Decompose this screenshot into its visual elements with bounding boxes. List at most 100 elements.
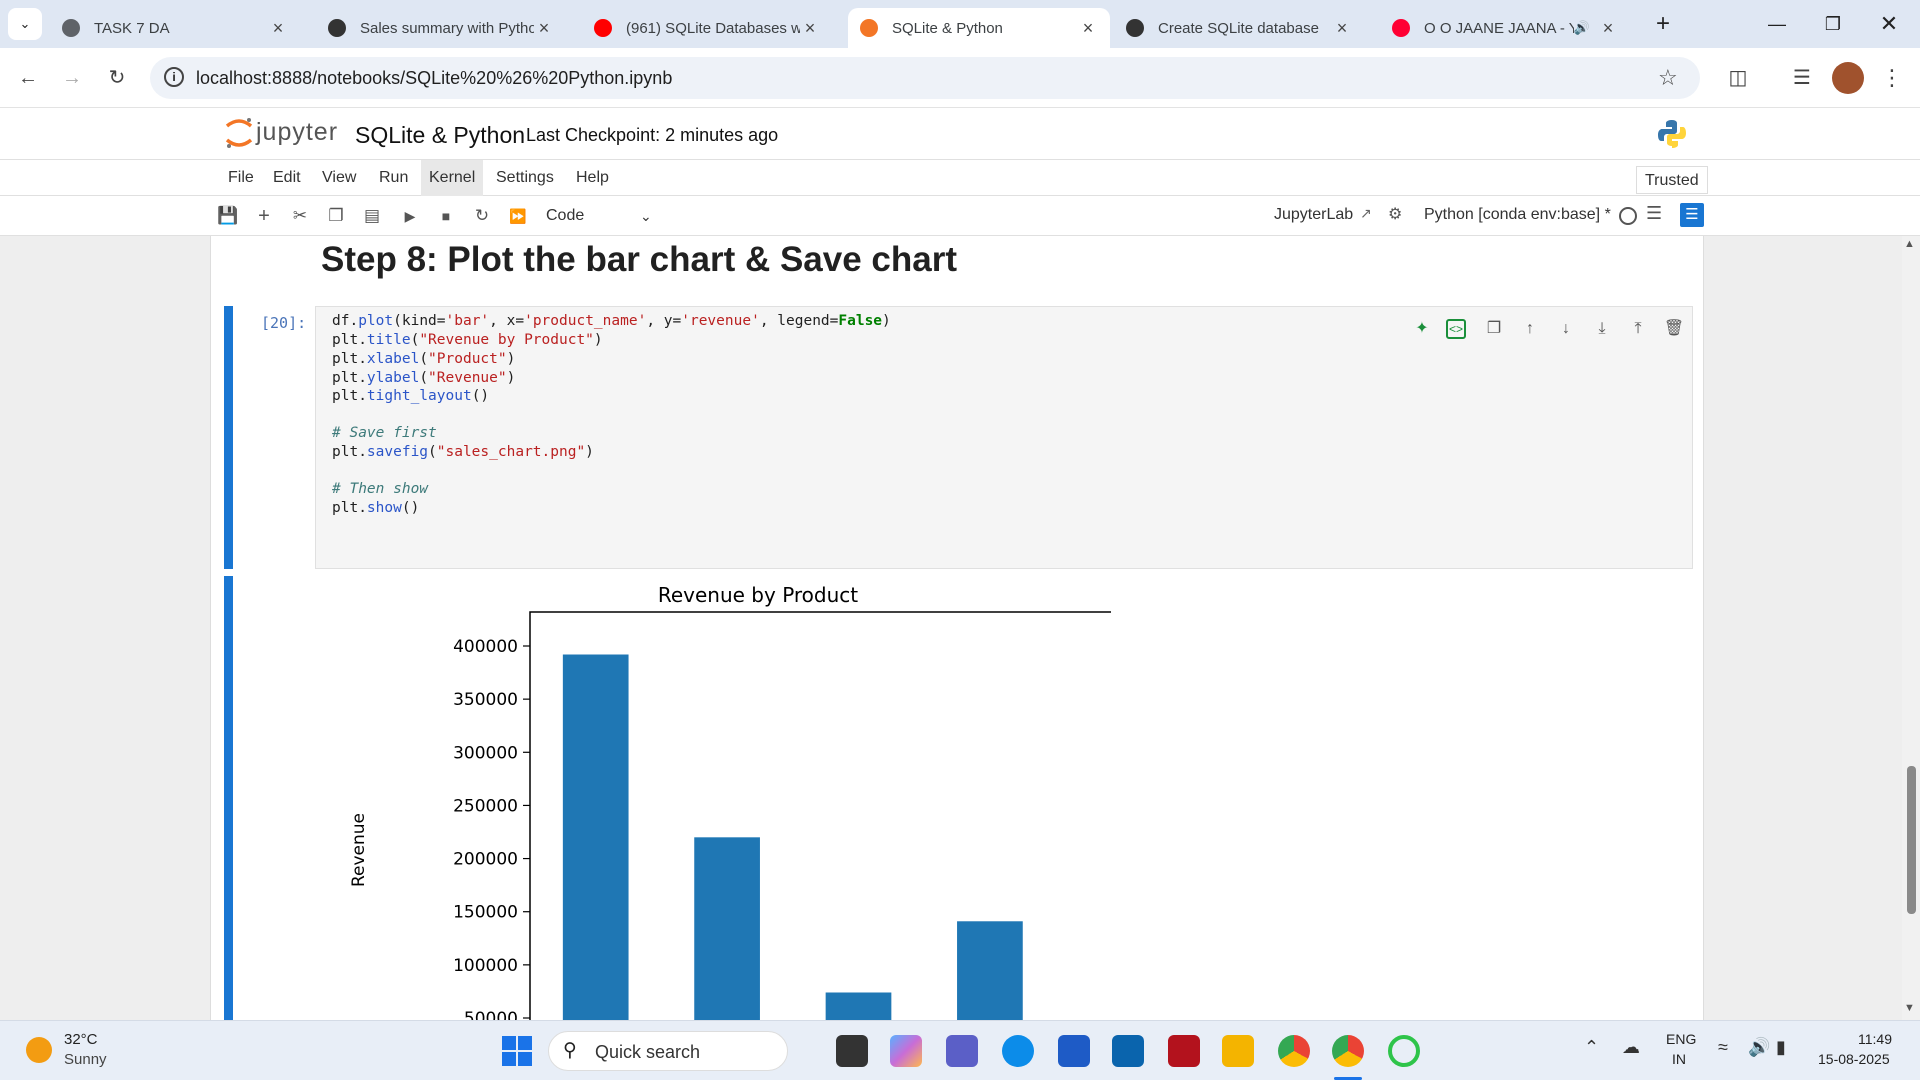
clock-time[interactable]: 11:49 bbox=[1858, 1031, 1892, 1047]
tab-close-icon[interactable]: × bbox=[268, 18, 288, 39]
insert-above-icon[interactable]: ⤓ bbox=[1590, 317, 1614, 341]
menu-settings[interactable]: Settings bbox=[488, 160, 562, 196]
output-selection-bar[interactable] bbox=[224, 576, 233, 1020]
y-tick-label: 350000 bbox=[453, 690, 518, 710]
minimize-button[interactable]: — bbox=[1754, 6, 1800, 42]
delete-cell-icon[interactable]: 🗑 bbox=[1662, 317, 1686, 341]
reload-icon[interactable]: ↻ bbox=[101, 62, 133, 94]
code-cell-editor[interactable]: df.plot(kind='bar', x='product_name', y=… bbox=[315, 306, 1693, 569]
cell-type-select[interactable]: Code ⌄ bbox=[546, 202, 656, 230]
tab-close-icon[interactable]: × bbox=[800, 18, 820, 39]
battery-icon[interactable]: ▮ bbox=[1776, 1037, 1786, 1058]
browser-tab[interactable]: Create SQLite database × bbox=[1114, 8, 1364, 48]
address-bar[interactable]: i localhost:8888/notebooks/SQLite%20%26%… bbox=[150, 57, 1700, 99]
toc-icon[interactable]: ☰ bbox=[1680, 203, 1704, 227]
browser-tab[interactable]: O O JAANE JAANA - Yo 🔊 × bbox=[1380, 8, 1630, 48]
chevron-down-icon: ⌄ bbox=[640, 208, 652, 224]
y-tick-label: 250000 bbox=[453, 796, 518, 816]
checkpoint-text: Last Checkpoint: 2 minutes ago bbox=[526, 125, 779, 145]
copy-icon[interactable]: ❐ bbox=[324, 204, 348, 228]
app-icon[interactable] bbox=[1168, 1035, 1200, 1067]
language-primary[interactable]: ENG bbox=[1666, 1031, 1696, 1047]
profile-avatar[interactable] bbox=[1832, 62, 1864, 94]
scroll-up-icon[interactable]: ▲ bbox=[1904, 238, 1915, 250]
tab-close-icon[interactable]: × bbox=[1078, 18, 1098, 39]
media-control-icon[interactable]: ☰ bbox=[1786, 62, 1818, 94]
menu-view[interactable]: View bbox=[314, 160, 364, 196]
jupyter-menubar: File Edit View Run Kernel Settings Help … bbox=[0, 160, 1920, 196]
jupyterlab-link[interactable]: JupyterLab bbox=[1274, 206, 1353, 224]
tab-search-button[interactable]: ⌄ bbox=[8, 8, 42, 40]
stop-icon[interactable]: ■ bbox=[434, 204, 458, 228]
restore-button[interactable]: ❐ bbox=[1810, 6, 1856, 42]
browser-menu-icon[interactable]: ⋮ bbox=[1876, 62, 1908, 94]
close-window-button[interactable]: ✕ bbox=[1866, 6, 1912, 42]
kernel-name[interactable]: Python [conda env:base] * bbox=[1424, 206, 1611, 224]
onedrive-icon[interactable]: ☁ bbox=[1622, 1037, 1640, 1058]
ai-assist-icon[interactable]: ✦ bbox=[1410, 317, 1434, 341]
menu-kernel[interactable]: Kernel bbox=[421, 160, 484, 196]
windows-start-icon[interactable] bbox=[502, 1036, 532, 1066]
jupyter-logo-icon[interactable] bbox=[224, 116, 254, 150]
notebook-title[interactable]: SQLite & Python bbox=[355, 122, 525, 149]
edge-icon[interactable] bbox=[1002, 1035, 1034, 1067]
tab-close-icon[interactable]: × bbox=[1598, 18, 1618, 39]
back-icon[interactable]: ← bbox=[12, 62, 44, 94]
taskbar-search[interactable]: ⚲ Quick search bbox=[548, 1031, 788, 1071]
app-ring-icon[interactable] bbox=[1388, 1035, 1420, 1067]
vertical-scrollbar[interactable]: ▲ ▼ bbox=[1902, 236, 1920, 1020]
outlook-icon[interactable] bbox=[1112, 1035, 1144, 1067]
globe-icon bbox=[62, 19, 80, 37]
restart-run-all-icon[interactable]: ⏩ bbox=[506, 204, 530, 228]
tab-close-icon[interactable]: × bbox=[1332, 18, 1352, 39]
move-up-icon[interactable]: ↑ bbox=[1518, 317, 1542, 341]
weather-sun-icon[interactable] bbox=[26, 1037, 52, 1063]
save-icon[interactable]: 💾 bbox=[216, 204, 240, 228]
weather-temp[interactable]: 32°C bbox=[64, 1031, 98, 1048]
browser-tab[interactable]: Sales summary with Python × bbox=[316, 8, 566, 48]
menu-help[interactable]: Help bbox=[568, 160, 617, 196]
new-tab-button[interactable]: + bbox=[1640, 6, 1686, 42]
site-info-icon[interactable]: i bbox=[164, 67, 184, 87]
scroll-down-icon[interactable]: ▼ bbox=[1904, 1002, 1915, 1014]
forward-icon[interactable]: → bbox=[56, 62, 88, 94]
bookmark-star-icon[interactable]: ☆ bbox=[1658, 65, 1678, 91]
copilot-icon[interactable] bbox=[890, 1035, 922, 1067]
insert-below-icon[interactable]: ⤒ bbox=[1626, 317, 1650, 341]
extensions-icon[interactable]: ◫ bbox=[1722, 62, 1754, 94]
y-tick-label: 50000 bbox=[464, 1009, 518, 1020]
code-line: plt.title("Revenue by Product") bbox=[332, 332, 603, 348]
tab-audio-icon[interactable]: 🔊 bbox=[1574, 20, 1590, 36]
browser-tab[interactable]: (961) SQLite Databases wit × bbox=[582, 8, 832, 48]
store-icon[interactable] bbox=[1058, 1035, 1090, 1067]
browser-tab[interactable]: TASK 7 DA × bbox=[50, 8, 300, 48]
chatgpt-icon bbox=[328, 19, 346, 37]
menu-file[interactable]: File bbox=[220, 160, 262, 196]
chrome-icon[interactable] bbox=[1278, 1035, 1310, 1067]
file-explorer-icon[interactable] bbox=[1222, 1035, 1254, 1067]
insert-cell-icon[interactable]: + bbox=[252, 204, 276, 228]
tray-chevron-icon[interactable]: ⌃ bbox=[1584, 1037, 1599, 1058]
teams-icon[interactable] bbox=[946, 1035, 978, 1067]
trusted-indicator[interactable]: Trusted bbox=[1636, 166, 1708, 194]
task-view-icon[interactable] bbox=[836, 1035, 868, 1067]
move-down-icon[interactable]: ↓ bbox=[1554, 317, 1578, 341]
menu-edit[interactable]: Edit bbox=[265, 160, 309, 196]
chrome-profile-icon[interactable] bbox=[1332, 1035, 1364, 1067]
volume-icon[interactable]: 🔊 bbox=[1748, 1037, 1770, 1058]
tab-close-icon[interactable]: × bbox=[534, 18, 554, 39]
paste-icon[interactable]: ▤ bbox=[360, 204, 384, 228]
property-inspector-icon[interactable]: ☰ bbox=[1646, 203, 1662, 224]
cell-selection-bar[interactable] bbox=[224, 306, 233, 569]
wifi-icon[interactable]: ≈ bbox=[1718, 1037, 1728, 1058]
run-icon[interactable]: ▶ bbox=[398, 204, 422, 228]
browser-tab[interactable]: SQLite & Python × bbox=[848, 8, 1110, 48]
scrollbar-thumb[interactable] bbox=[1907, 766, 1916, 914]
code-line: df.plot(kind='bar', x='product_name', y=… bbox=[332, 313, 891, 329]
duplicate-cell-icon[interactable]: ❐ bbox=[1482, 317, 1506, 341]
code-format-icon[interactable]: <> bbox=[1446, 319, 1466, 339]
debugger-icon[interactable]: ⚙ bbox=[1388, 204, 1402, 224]
cut-icon[interactable]: ✂ bbox=[288, 204, 312, 228]
restart-icon[interactable]: ↻ bbox=[470, 204, 494, 228]
menu-run[interactable]: Run bbox=[371, 160, 416, 196]
